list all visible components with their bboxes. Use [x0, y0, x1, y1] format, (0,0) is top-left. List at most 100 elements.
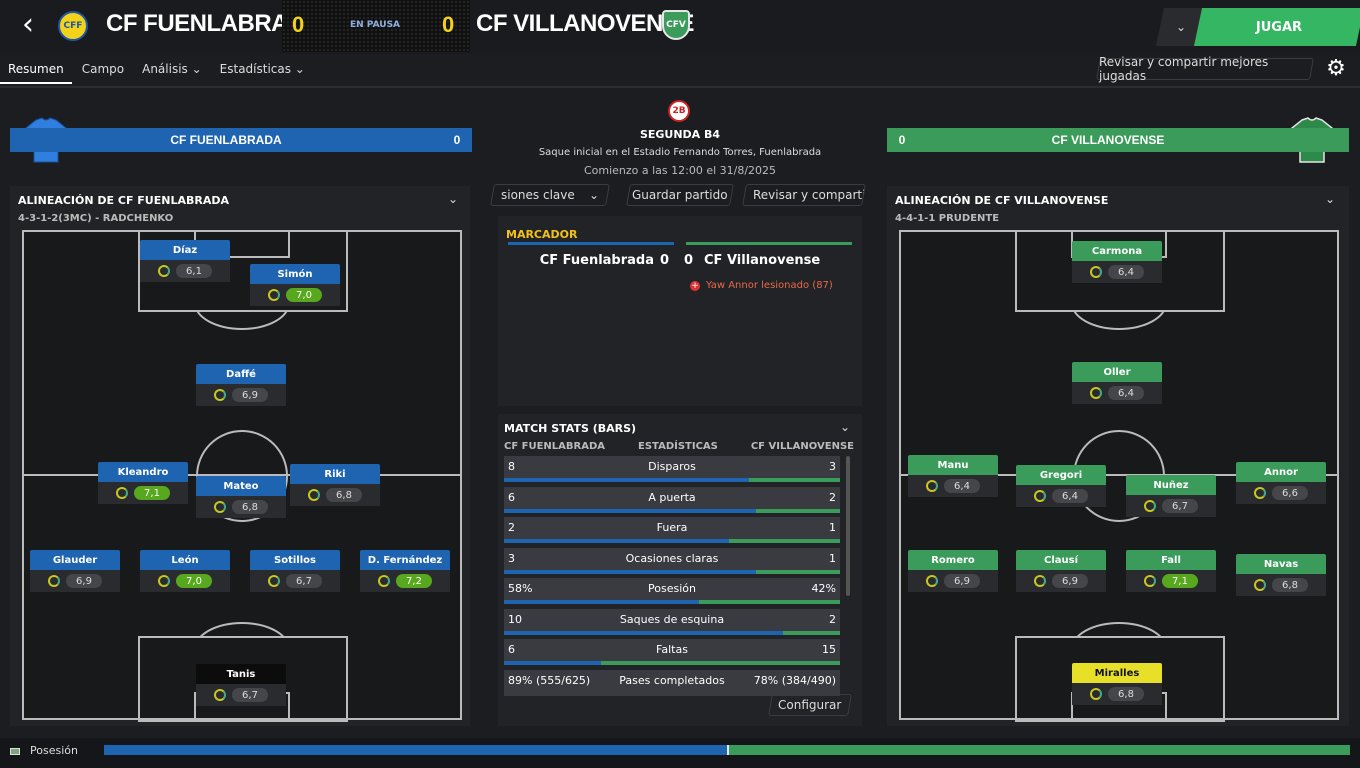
stat-home-value: 6 [508, 490, 515, 504]
player-name: Nuñez [1126, 475, 1216, 495]
tab-estadisticas[interactable]: Estadísticas ⌄ [212, 56, 313, 84]
away-player-card[interactable]: Oller 6,4 [1072, 362, 1162, 404]
morale-icon [1254, 487, 1266, 499]
save-match-button[interactable]: Guardar partido [626, 184, 734, 206]
back-button[interactable]: ‹ [14, 10, 42, 42]
morale-icon [1090, 266, 1102, 278]
player-name: Navas [1236, 554, 1326, 574]
home-player-card[interactable]: Tanis 6,7 [196, 664, 286, 706]
possession-label: Posesión [30, 744, 78, 757]
pitch-icon [10, 748, 20, 755]
stat-home-value: 8 [508, 460, 515, 473]
morale-icon [1144, 500, 1156, 512]
away-player-card[interactable]: Romero 6,9 [908, 550, 998, 592]
stats-scrollbar[interactable] [846, 456, 850, 596]
stat-bar-home [504, 600, 699, 604]
stat-row: Fuera 2 1 [504, 517, 840, 543]
away-player-card[interactable]: Navas 6,8 [1236, 554, 1326, 596]
review-share-button[interactable]: Revisar y compartir r [742, 184, 866, 206]
player-rating-row: 6,7 [1126, 495, 1216, 517]
tab-analisis[interactable]: Análisis ⌄ [134, 56, 210, 84]
stat-home-value: 10 [508, 612, 522, 626]
stat-row: Faltas 6 15 [504, 639, 840, 665]
away-player-card[interactable]: Clausí 6,9 [1016, 550, 1106, 592]
morale-icon [158, 575, 170, 587]
home-bar-score: 0 [453, 133, 461, 147]
chevron-down-icon: ⌄ [1175, 20, 1187, 34]
away-player-card[interactable]: Fall 7,1 [1126, 550, 1216, 592]
player-name: Díaz [140, 240, 230, 260]
tab-resumen[interactable]: Resumen [0, 56, 72, 84]
stat-home-value: 2 [508, 521, 515, 534]
scorer-away-goals: 0 [684, 253, 694, 268]
home-player-card[interactable]: León 7,0 [140, 550, 230, 592]
player-rating-row: 6,7 [250, 570, 340, 592]
player-name: Gregori [1016, 465, 1106, 485]
away-player-card[interactable]: Manu 6,4 [908, 455, 998, 497]
competition-name[interactable]: SEGUNDA B4 [480, 128, 880, 141]
gear-icon[interactable]: ⚙ [1322, 56, 1350, 82]
home-player-card[interactable]: Daffé 6,9 [196, 364, 286, 406]
tab-campo[interactable]: Campo [74, 56, 132, 84]
player-rating: 6,4 [1108, 386, 1144, 400]
away-player-card[interactable]: Nuñez 6,7 [1126, 475, 1216, 517]
share-highlights-button[interactable]: Revisar y compartir mejores jugadas [1096, 55, 1314, 83]
chevron-down-icon[interactable]: ⌄ [1325, 192, 1335, 206]
away-player-card[interactable]: Annor 6,6 [1236, 462, 1326, 504]
morale-icon [1034, 575, 1046, 587]
player-rating-row: 7,2 [360, 570, 450, 592]
play-button[interactable]: JUGAR [1193, 8, 1360, 46]
key-moments-button[interactable]: siones clave ⌄ [490, 184, 610, 206]
player-rating: 6,9 [232, 388, 268, 402]
stat-bar-home [504, 630, 783, 635]
morale-icon [1144, 575, 1156, 587]
player-name: Fall [1126, 550, 1216, 570]
stat-label: Posesión [648, 582, 696, 595]
stat-bar-away [601, 661, 840, 665]
away-player-card[interactable]: Gregori 6,4 [1016, 465, 1106, 507]
home-player-card[interactable]: Simón 7,0 [250, 264, 340, 306]
stat-away-value: 1 [829, 521, 836, 534]
stat-bar [504, 600, 840, 604]
player-rating: 7,1 [1162, 574, 1198, 588]
home-player-card[interactable]: Sotillos 6,7 [250, 550, 340, 592]
player-rating: 6,4 [1108, 265, 1144, 279]
stat-label: Ocasiones claras [625, 551, 719, 565]
away-score: 0 [442, 12, 455, 37]
player-rating-row: 7,1 [98, 482, 188, 504]
home-player-card[interactable]: Riki 6,8 [290, 464, 380, 506]
home-player-card[interactable]: Kleandro 7,1 [98, 462, 188, 504]
away-player-card[interactable]: Miralles 6,8 [1072, 663, 1162, 705]
morale-icon [268, 289, 280, 301]
chevron-down-icon[interactable]: ⌄ [448, 192, 458, 206]
tab-bar: Resumen Campo Análisis ⌄ Estadísticas ⌄ [0, 56, 315, 84]
player-rating-row: 6,4 [908, 475, 998, 497]
stat-row: Saques de esquina 10 2 [504, 608, 840, 635]
player-rating-row: 6,8 [196, 496, 286, 518]
player-rating-row: 7,1 [1126, 570, 1216, 592]
stats-col-home: CF FUENLABRADA [504, 441, 606, 452]
stats-title: MATCH STATS (BARS) [504, 422, 637, 435]
home-player-card[interactable]: Glauder 6,9 [30, 550, 120, 592]
configure-button[interactable]: Configurar [768, 694, 852, 716]
stat-bar-home [504, 661, 602, 665]
player-rating: 6,8 [232, 500, 268, 514]
stat-bar-home [504, 478, 750, 482]
player-rating: 6,9 [944, 574, 980, 588]
home-player-card[interactable]: D. Fernández 7,2 [360, 550, 450, 592]
home-color-line [508, 242, 674, 245]
stat-bar-away [782, 630, 840, 635]
player-rating-row: 6,4 [1072, 261, 1162, 283]
match-stats-panel: MATCH STATS (BARS) ⌄ CF FUENLABRADA ESTA… [498, 414, 862, 726]
home-player-card[interactable]: Díaz 6,1 [140, 240, 230, 282]
morale-icon [926, 480, 938, 492]
player-rating-row: 6,9 [1016, 570, 1106, 592]
home-crest-icon: CFF [58, 11, 88, 41]
stat-row: Disparos 8 3 [504, 456, 840, 482]
competition-badge-icon: 2B [668, 100, 690, 122]
away-crest-icon: CFV [662, 10, 690, 40]
away-player-card[interactable]: Carmona 6,4 [1072, 241, 1162, 283]
home-score: 0 [292, 12, 305, 37]
chevron-down-icon[interactable]: ⌄ [840, 420, 850, 434]
home-player-card[interactable]: Mateo 6,8 [196, 476, 286, 518]
